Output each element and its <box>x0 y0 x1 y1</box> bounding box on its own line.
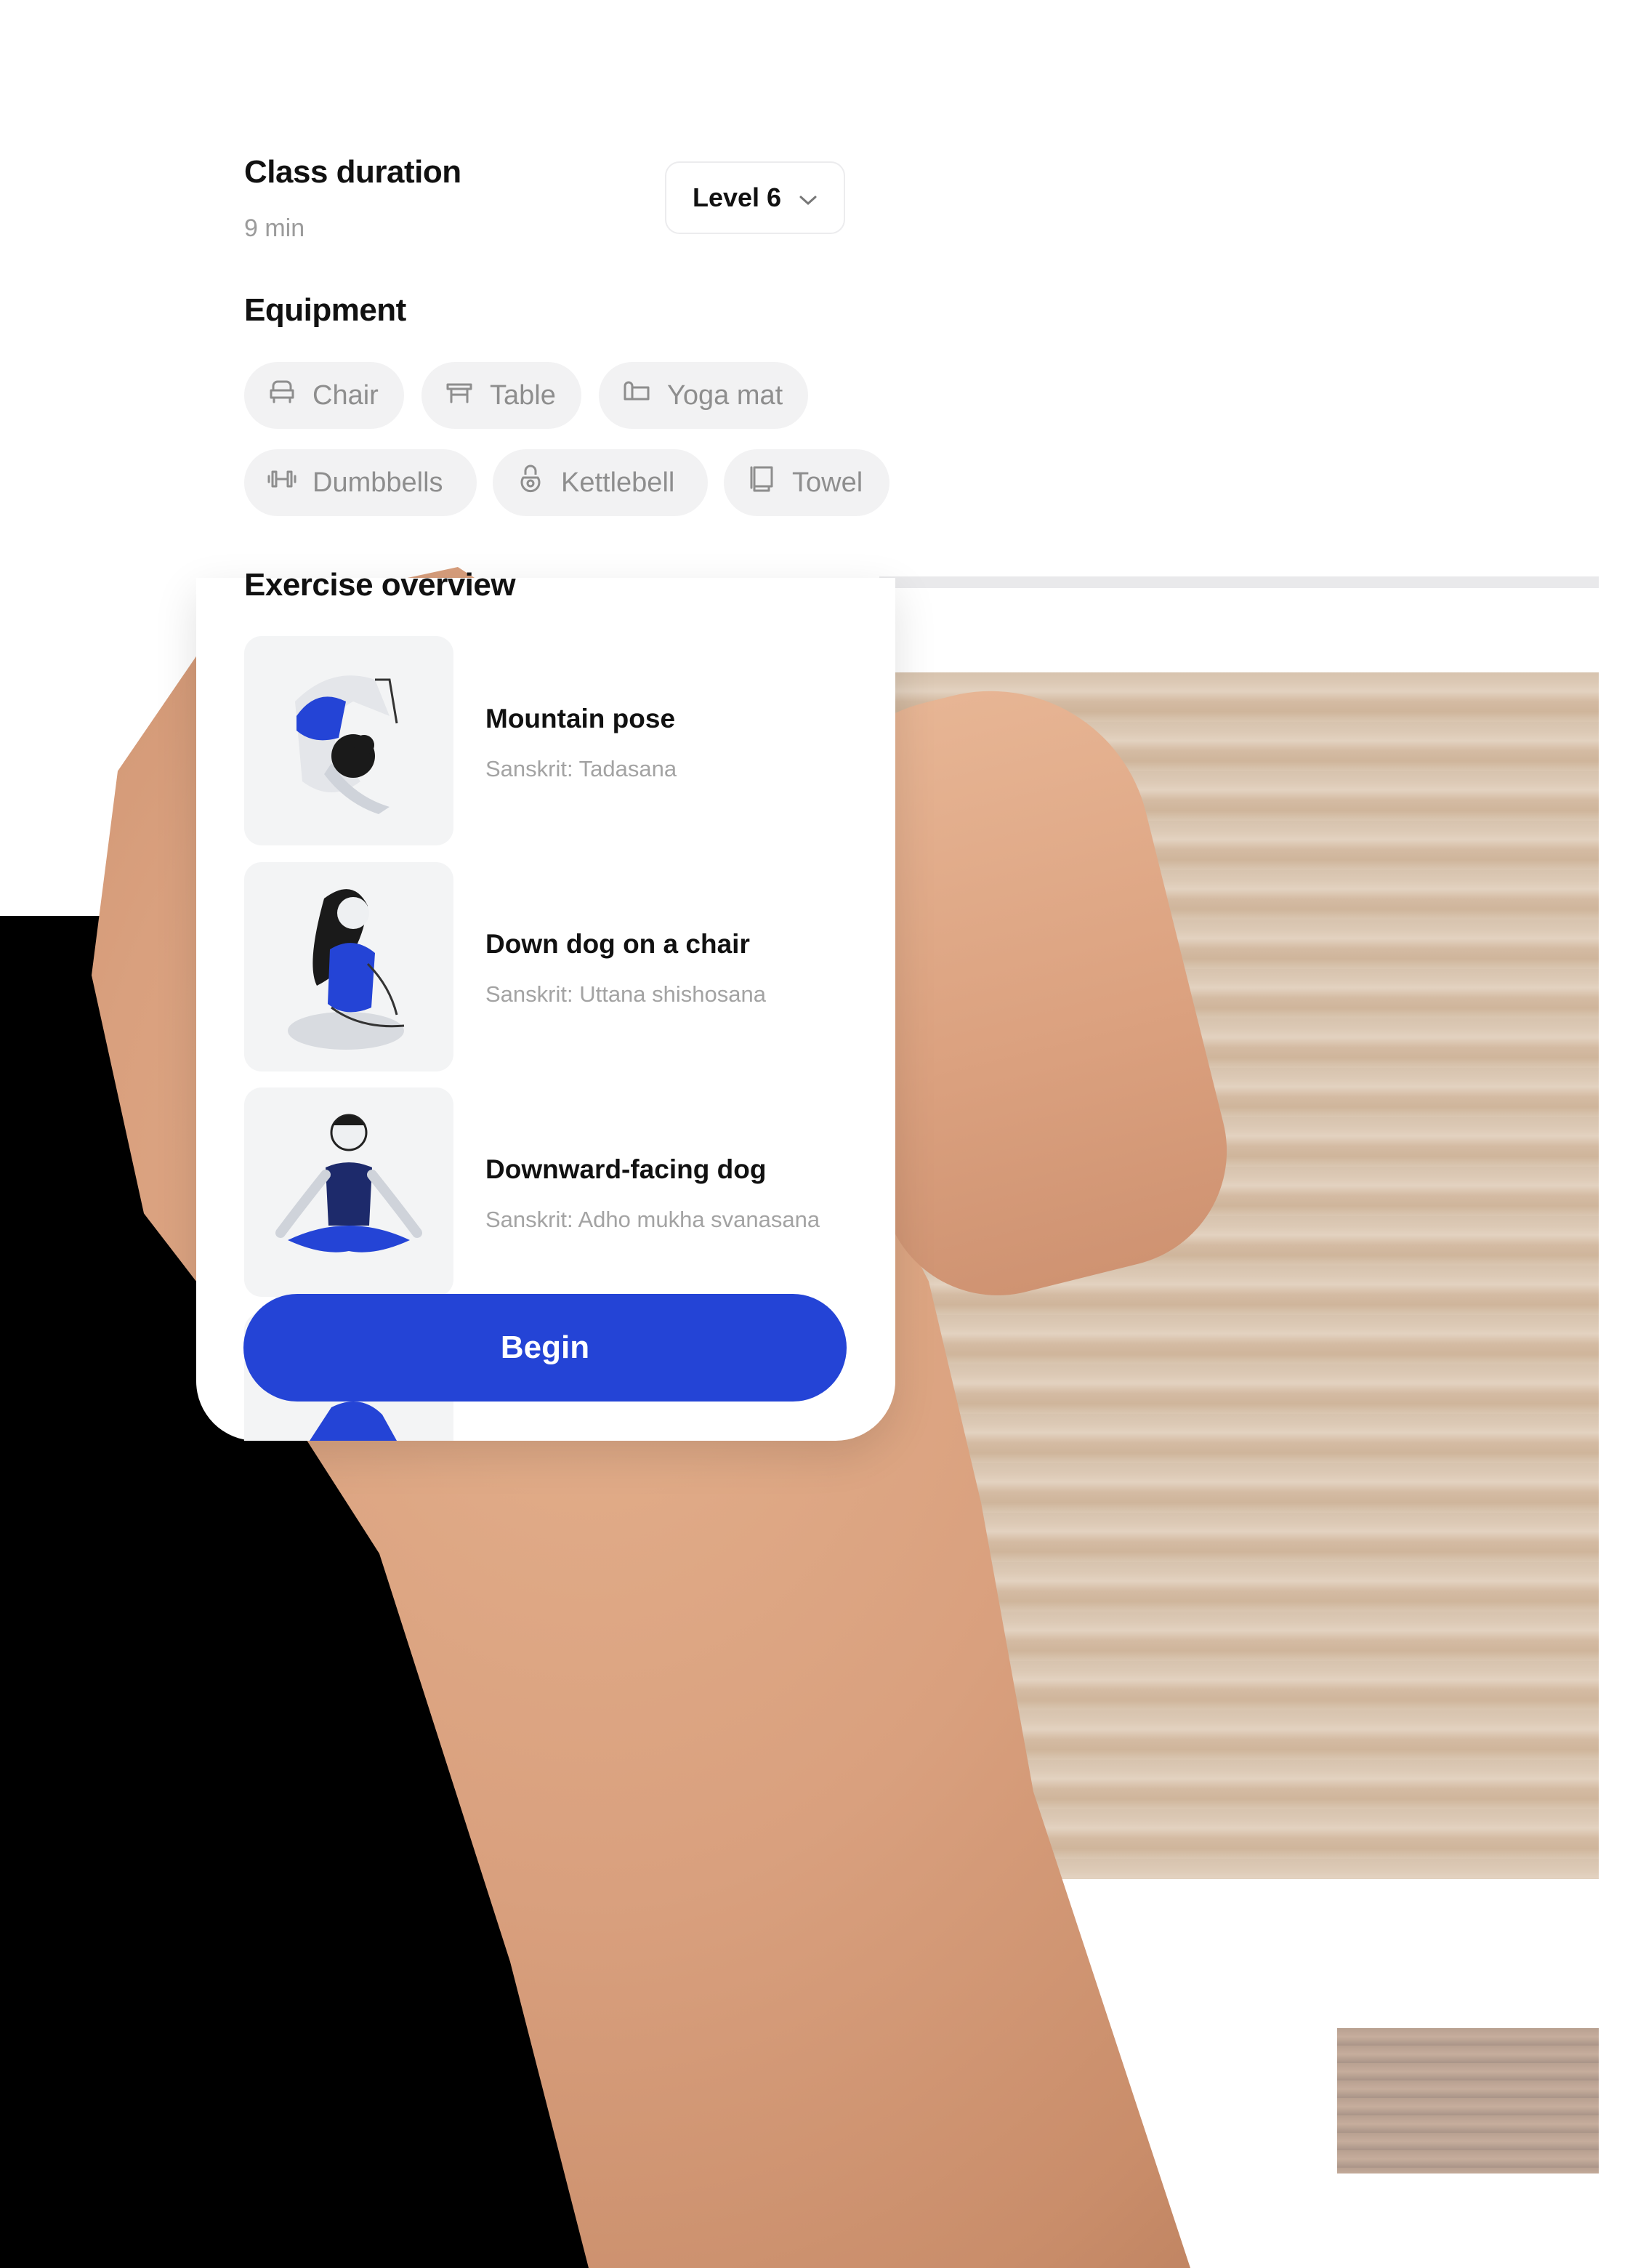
equipment-chip-dumbbells[interactable]: Dumbbells <box>244 449 477 516</box>
class-duration-title: Class duration <box>244 154 461 190</box>
exercise-sanskrit: Sanskrit: Uttana shishosana <box>485 981 766 1007</box>
level-dropdown[interactable]: Level 6 <box>665 161 845 234</box>
class-duration-value: 9 min <box>244 214 305 242</box>
kettlebell-icon <box>515 463 546 502</box>
level-dropdown-value: Level 6 <box>692 182 782 212</box>
exercise-overview-title: Exercise overview <box>244 567 516 603</box>
equipment-chip-label: Chair <box>312 379 379 411</box>
equipment-title: Equipment <box>244 292 406 328</box>
exercise-name: Down dog on a chair <box>485 929 750 959</box>
chair-icon <box>266 376 298 415</box>
equipment-chip-label: Kettlebell <box>561 467 675 498</box>
equipment-chip-kettlebell[interactable]: Kettlebell <box>493 449 708 516</box>
yoga-mat-icon <box>621 376 653 415</box>
equipment-chip-label: Towel <box>792 467 863 498</box>
dumbbell-icon <box>266 463 298 502</box>
exercise-sanskrit: Sanskrit: Tadasana <box>485 756 677 781</box>
equipment-chip-label: Table <box>490 379 556 411</box>
exercise-name: Mountain pose <box>485 704 676 733</box>
exercise-name: Downward-facing dog <box>485 1154 767 1184</box>
towel-icon <box>746 463 778 502</box>
equipment-chip-table[interactable]: Table <box>421 362 581 429</box>
equipment-chip-label: Yoga mat <box>667 379 783 411</box>
table-icon <box>443 376 475 415</box>
exercise-illustration-downward-dog[interactable] <box>244 1087 453 1297</box>
exercise-sanskrit: Sanskrit: Adho mukha svanasana <box>485 1207 820 1232</box>
exercise-illustration-mountain-pose[interactable] <box>244 636 453 845</box>
exercise-illustration-down-dog-chair[interactable] <box>244 862 453 1071</box>
equipment-chip-chair[interactable]: Chair <box>244 362 404 429</box>
equipment-chip-label: Dumbbells <box>312 467 443 498</box>
chevron-down-icon <box>799 182 818 213</box>
equipment-chip-towel[interactable]: Towel <box>724 449 889 516</box>
begin-button[interactable]: Begin <box>243 1294 847 1402</box>
equipment-chip-yoga-mat[interactable]: Yoga mat <box>599 362 808 429</box>
